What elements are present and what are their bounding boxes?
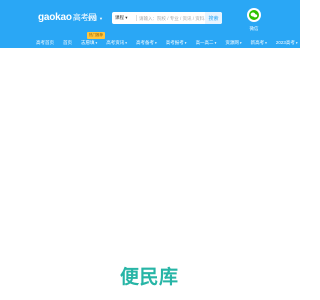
nav-item-label: 2023高考	[275, 40, 295, 45]
nav-item-label: 高考备考	[136, 40, 155, 45]
nav-item-label: 高一高二	[195, 40, 214, 45]
chevron-down-icon: ▾	[265, 41, 267, 45]
nav-item-label: 志愿填	[81, 40, 95, 45]
nav-item-news[interactable]: 高考资讯▾	[106, 40, 127, 46]
wechat-icon[interactable]	[247, 8, 261, 22]
search-input[interactable]	[139, 13, 215, 23]
nav-item-grade[interactable]: 高一高二▾	[196, 40, 217, 46]
chevron-down-icon: ▾	[295, 41, 298, 45]
chevron-down-icon: ▾	[184, 41, 187, 45]
search-button[interactable]: 搜索	[205, 12, 222, 24]
region-selector[interactable]: 全国 ▼	[87, 15, 103, 22]
footer-brand-watermark: 便民库	[120, 267, 179, 288]
nav-item-new-gaokao[interactable]: 新高考▾	[251, 40, 267, 46]
nav-item-label: 高考报考	[165, 40, 184, 45]
search-category-label: 课程	[115, 15, 124, 20]
chevron-down-icon: ▾	[239, 41, 242, 45]
chevron-down-icon: ▾	[155, 41, 157, 45]
chevron-down-icon: ▼	[99, 16, 103, 21]
nav-item-gaokao-home[interactable]: 高考首页	[36, 40, 54, 46]
nav-item-2023[interactable]: 2023高考▾	[276, 40, 298, 46]
nav-item-prep[interactable]: 高考备考▾	[136, 40, 157, 46]
chevron-down-icon: ▾	[95, 41, 98, 45]
site-header: gaokao高考网 全国▼ 课程 ▾ 搜索 微信 热门推荐 高考首页 首页 志愿…	[0, 0, 300, 48]
nav-item-volunteer[interactable]: 志愿填▾	[81, 40, 97, 46]
nav-item-label: 高考首页	[36, 40, 54, 45]
nav-item-apply[interactable]: 高考报考▾	[166, 40, 187, 46]
nav-item-home[interactable]: 首页	[63, 40, 72, 46]
nav-item-label: 新高考	[250, 40, 265, 45]
nav-item-resources[interactable]: 资源网▾	[225, 40, 241, 46]
chevron-down-icon: ▾	[214, 41, 217, 45]
search-category-select[interactable]: 课程 ▾	[115, 15, 128, 21]
nav-item-label: 资源网	[225, 40, 239, 45]
chevron-down-icon: ▾	[125, 41, 128, 45]
logo-text: gaokao	[38, 12, 72, 23]
nav-item-label: 首页	[63, 40, 72, 45]
nav-item-label: 高考资讯	[106, 40, 125, 45]
region-label: 全国	[87, 16, 98, 22]
main-nav: 高考首页 首页 志愿填▾ 高考资讯▾ 高考备考▾ 高考报考▾ 高一高二▾ 资源网…	[36, 38, 298, 48]
search-divider	[136, 15, 137, 21]
wechat-label: 微信	[249, 26, 259, 31]
